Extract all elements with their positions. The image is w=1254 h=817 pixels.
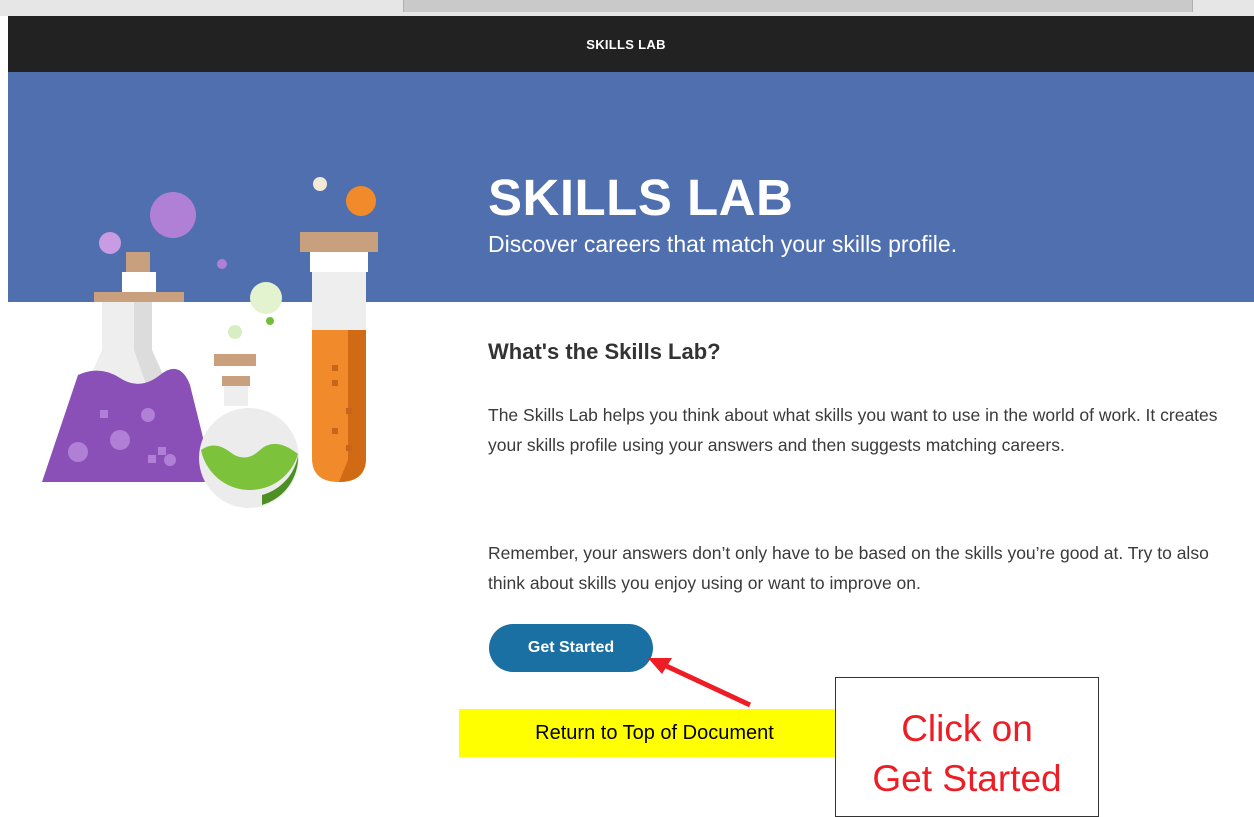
callout-line-2: Get Started	[872, 758, 1062, 799]
instruction-callout: Click on Get Started	[835, 677, 1099, 817]
bubble-shape	[99, 232, 121, 254]
bubble-shape	[150, 192, 196, 238]
bubble-shape	[228, 325, 242, 339]
browser-top-strip	[0, 0, 1254, 16]
callout-line-1: Click on	[901, 708, 1033, 749]
bubble-shape	[266, 317, 274, 325]
section-heading: What's the Skills Lab?	[488, 339, 721, 364]
page-subtitle: Discover careers that match your skills …	[488, 231, 958, 257]
navbar-title[interactable]: SKILLS LAB	[586, 37, 666, 52]
top-navbar: SKILLS LAB	[8, 16, 1254, 72]
bubble-shape	[313, 177, 327, 191]
bubble-shape	[250, 282, 282, 314]
return-to-top-label: Return to Top of Document	[535, 721, 774, 744]
lab-flasks-illustration	[42, 177, 378, 508]
green-flask	[199, 354, 299, 508]
get-started-button[interactable]: Get Started	[489, 624, 653, 672]
reminder-paragraph: Remember, your answers don’t only have t…	[488, 543, 1209, 593]
orange-test-tube	[300, 232, 378, 482]
purple-flask	[42, 252, 214, 482]
page-title: SKILLS LAB	[488, 169, 794, 226]
browser-tab[interactable]	[403, 0, 1193, 12]
intro-paragraph: The Skills Lab helps you think about wha…	[488, 405, 1218, 455]
bubble-shape	[346, 186, 376, 216]
bubble-shape	[217, 259, 227, 269]
return-to-top-link[interactable]: Return to Top of Document	[459, 709, 850, 757]
